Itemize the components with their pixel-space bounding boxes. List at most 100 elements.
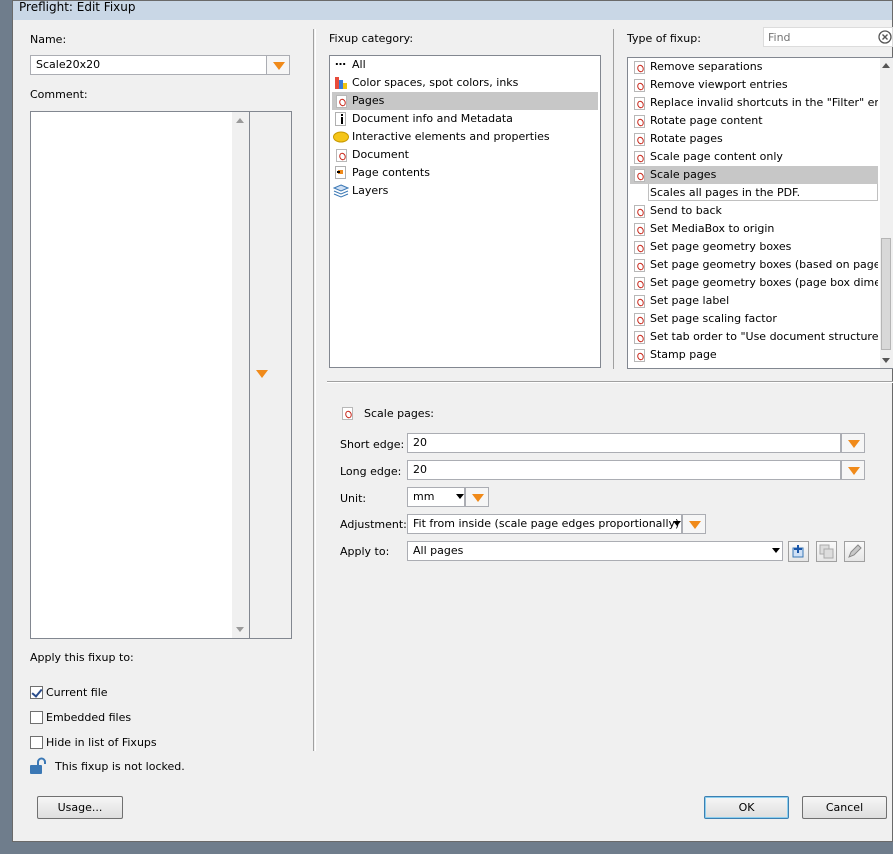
fixup-type-item[interactable]: Send to back [630,202,878,220]
fixup-type-label: Rotate pages [650,132,723,145]
fixup-type-label: Set MediaBox to origin [650,222,775,235]
scroll-down-icon[interactable] [882,358,890,363]
category-item-label: Interactive elements and properties [352,130,550,143]
category-item-all[interactable]: … All [332,56,598,74]
fixup-description: Scales all pages in the PDF. [648,184,878,201]
duplicate-page-range-button[interactable] [816,541,837,562]
adjustment-dropdown-button[interactable] [682,514,706,534]
pdf-icon [634,313,645,326]
fixup-type-item[interactable]: Rotate pages [630,130,878,148]
current-file-checkbox[interactable] [30,686,43,699]
color-palette-icon [335,77,347,89]
cancel-button[interactable]: Cancel [802,796,887,819]
clear-search-icon[interactable] [878,30,892,44]
adjustment-select[interactable]: Fit from inside (scale page edges propor… [407,514,682,534]
fixup-type-item[interactable]: Set page geometry boxes [630,238,878,256]
short-edge-input[interactable]: 20 [407,433,841,453]
triangle-down-icon[interactable] [256,370,268,378]
add-page-range-button[interactable] [788,541,809,562]
fixup-type-label: Rotate page content [650,114,763,127]
adjustment-label: Adjustment: [340,518,407,531]
category-item-label: Document info and Metadata [352,112,513,125]
hide-in-list-label: Hide in list of Fixups [46,736,157,749]
pdf-icon [634,349,645,362]
scroll-up-icon[interactable] [236,118,244,123]
pdf-icon [634,259,645,272]
add-icon [792,545,804,558]
fixup-type-item[interactable]: Scale page content only [630,148,878,166]
fixup-type-label: Set tab order to "Use document structure… [650,330,878,343]
usage-button[interactable]: Usage... [37,796,123,819]
category-item-layers[interactable]: Layers [332,182,598,200]
fixup-type-item[interactable]: Set page label [630,292,878,310]
current-file-label: Current file [46,686,108,699]
fixup-category-list[interactable]: … All Color spaces, spot colors, inks Pa… [329,55,601,368]
fixup-type-item[interactable]: Set tab order to "Use document structure… [630,328,878,346]
fixup-type-item[interactable]: Set page geometry boxes (based on page c… [630,256,878,274]
pdf-icon [634,277,645,290]
pdf-icon [336,95,347,108]
unlocked-icon [30,757,46,774]
list-divider [613,29,614,369]
details-divider-highlight [327,382,893,383]
embedded-files-label: Embedded files [46,711,132,724]
category-item-label: Page contents [352,166,430,179]
fixup-type-item[interactable]: Set page geometry boxes (page box dimens… [630,274,878,292]
embedded-files-checkbox[interactable] [30,711,43,724]
edit-fixup-dialog: Preflight: Edit Fixup Name: Scale20x20 C… [12,0,893,842]
category-item-document-info[interactable]: Document info and Metadata [332,110,598,128]
fixup-type-item[interactable]: Replace invalid shortcuts in the "Filter… [630,94,878,112]
scroll-up-icon[interactable] [882,63,890,68]
unit-label: Unit: [340,492,367,505]
name-field[interactable]: Scale20x20 [30,55,268,75]
fixup-type-item[interactable]: Stamp page [630,346,878,364]
scroll-down-icon[interactable] [236,627,244,632]
type-list-scrollbar[interactable] [880,58,893,368]
ellipsis-icon: … [335,56,346,68]
category-item-label: Color spaces, spot colors, inks [352,76,519,89]
edit-page-range-button[interactable] [844,541,865,562]
chevron-down-icon[interactable] [772,548,780,553]
fixup-type-item[interactable]: Remove separations [630,58,878,76]
type-of-fixup-label: Type of fixup: [627,32,701,45]
fixup-type-item[interactable]: Scale pages [630,166,878,184]
find-input[interactable] [766,29,874,46]
comment-textarea[interactable] [30,111,250,639]
layers-icon [333,184,349,198]
fixup-type-label: Set page geometry boxes [650,240,792,253]
fixup-type-item[interactable]: Rotate page content [630,112,878,130]
apply-to-label: Apply to: [340,545,390,558]
pdf-icon [634,331,645,344]
comment-scrollbar[interactable] [232,112,249,638]
name-dropdown-button[interactable] [266,55,290,75]
chevron-down-icon[interactable] [673,521,681,526]
fixup-type-item[interactable]: Remove viewport entries [630,76,878,94]
category-item-interactive[interactable]: Interactive elements and properties [332,128,598,146]
category-item-page-contents[interactable]: Page contents [332,164,598,182]
fixup-type-label: Scale page content only [650,150,783,163]
fixup-type-label: Remove separations [650,60,763,73]
pdf-icon [634,133,645,146]
long-edge-dropdown-button[interactable] [841,460,865,480]
name-label: Name: [30,33,67,46]
fixup-type-item[interactable]: Set page scaling factor [630,310,878,328]
info-icon [335,112,346,126]
category-item-color-spaces[interactable]: Color spaces, spot colors, inks [332,74,598,92]
chevron-down-icon[interactable] [456,494,464,499]
type-of-fixup-list[interactable]: Remove separations Remove viewport entrie… [627,57,893,369]
pdf-icon [634,241,645,254]
unit-dropdown-button[interactable] [465,487,489,507]
apply-to-select[interactable]: All pages [407,541,783,561]
title-bar: Preflight: Edit Fixup [13,0,892,20]
hide-in-list-checkbox[interactable] [30,736,43,749]
long-edge-input[interactable]: 20 [407,460,841,480]
pdf-icon [634,169,645,182]
category-item-pages[interactable]: Pages [332,92,598,110]
scrollbar-thumb[interactable] [881,238,891,350]
edit-pencil-icon [848,544,862,558]
ok-button[interactable]: OK [704,796,789,819]
fixup-type-item[interactable]: Set MediaBox to origin [630,220,878,238]
fixup-type-label: Set page geometry boxes (page box dimens… [650,276,878,289]
category-item-document[interactable]: Document [332,146,598,164]
short-edge-dropdown-button[interactable] [841,433,865,453]
